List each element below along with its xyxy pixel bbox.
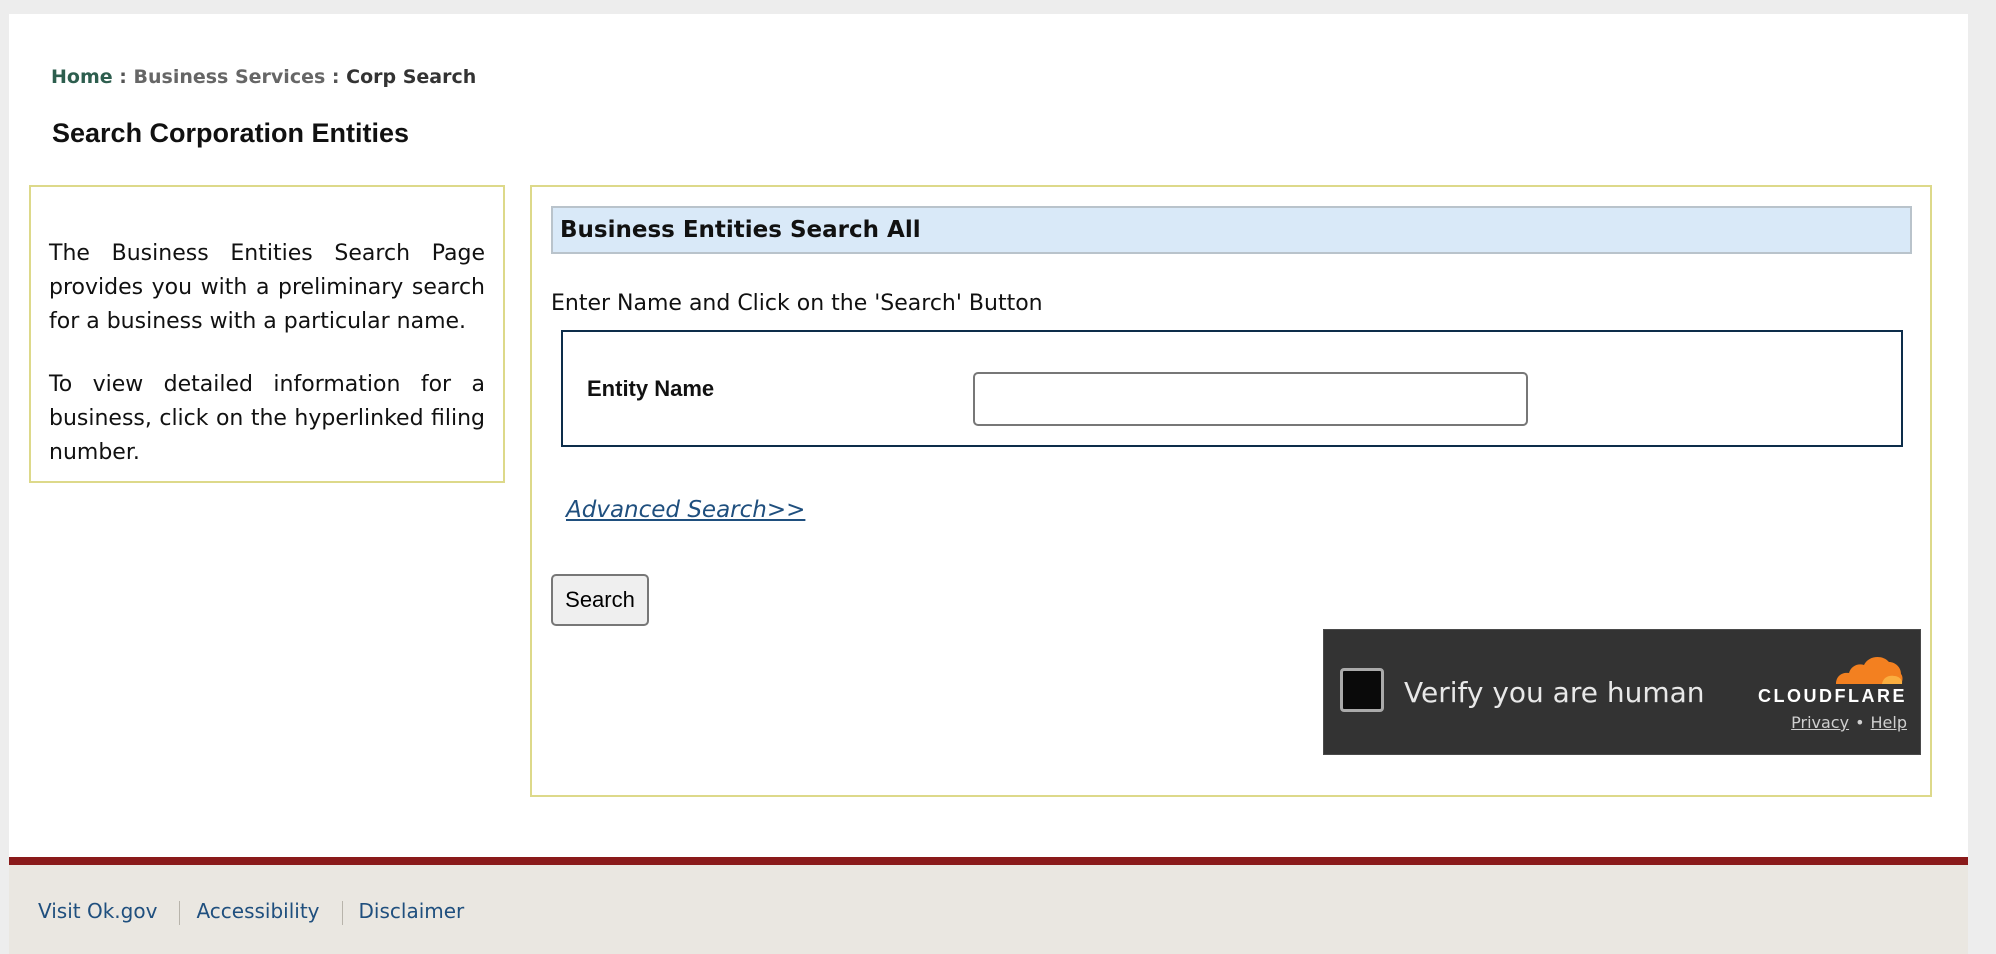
- captcha-label: Verify you are human: [1404, 676, 1705, 709]
- captcha-widget: Verify you are human CLOUDFLARE Privacy •…: [1323, 629, 1921, 755]
- info-paragraph: The Business Entities Search Page provid…: [49, 241, 485, 334]
- captcha-links-dot: •: [1855, 713, 1865, 732]
- search-button[interactable]: Search: [551, 574, 649, 626]
- info-box: The Business Entities Search Page provid…: [29, 185, 505, 483]
- captcha-links: Privacy • Help: [1791, 713, 1907, 732]
- entity-name-label: Entity Name: [587, 376, 715, 401]
- footer-divider: [341, 900, 343, 925]
- captcha-privacy-link[interactable]: Privacy: [1791, 713, 1849, 732]
- breadcrumb-separator: :: [119, 66, 127, 88]
- advanced-search-link[interactable]: Advanced Search>>: [566, 497, 805, 523]
- captcha-checkbox[interactable]: [1340, 668, 1384, 712]
- footer-links: Visit Ok.gov Accessibility Disclaimer: [38, 899, 464, 925]
- page: Home : Business Services : Corp Search S…: [9, 14, 1968, 954]
- footer-accent-bar: [9, 857, 1968, 865]
- footer-link-visit-okgov[interactable]: Visit Ok.gov: [38, 899, 157, 923]
- page-title: Search Corporation Entities: [52, 118, 410, 148]
- cloudflare-cloud-icon: [1836, 656, 1903, 684]
- search-panel: Business Entities Search All Enter Name …: [530, 185, 1932, 797]
- captcha-help-link[interactable]: Help: [1871, 713, 1907, 732]
- breadcrumb-separator: :: [331, 66, 340, 88]
- entity-name-box: Entity Name: [561, 330, 1903, 447]
- search-panel-header: Business Entities Search All: [551, 206, 1912, 254]
- breadcrumb-home-link[interactable]: Home: [51, 66, 113, 88]
- footer: Visit Ok.gov Accessibility Disclaimer: [9, 865, 1968, 954]
- breadcrumb-business-services-link[interactable]: Business Services: [134, 66, 326, 88]
- breadcrumb-current: Corp Search: [346, 66, 477, 88]
- footer-divider: [179, 900, 181, 925]
- search-instructions: Enter Name and Click on the 'Search' But…: [551, 291, 1043, 316]
- footer-link-disclaimer[interactable]: Disclaimer: [359, 899, 465, 923]
- breadcrumb: Home : Business Services : Corp Search: [51, 66, 476, 88]
- cloudflare-brand: CLOUDFLARE: [1758, 686, 1907, 706]
- entity-name-input[interactable]: [973, 372, 1528, 426]
- info-paragraph: To view detailed information for a busin…: [49, 372, 485, 465]
- footer-link-accessibility[interactable]: Accessibility: [196, 899, 319, 923]
